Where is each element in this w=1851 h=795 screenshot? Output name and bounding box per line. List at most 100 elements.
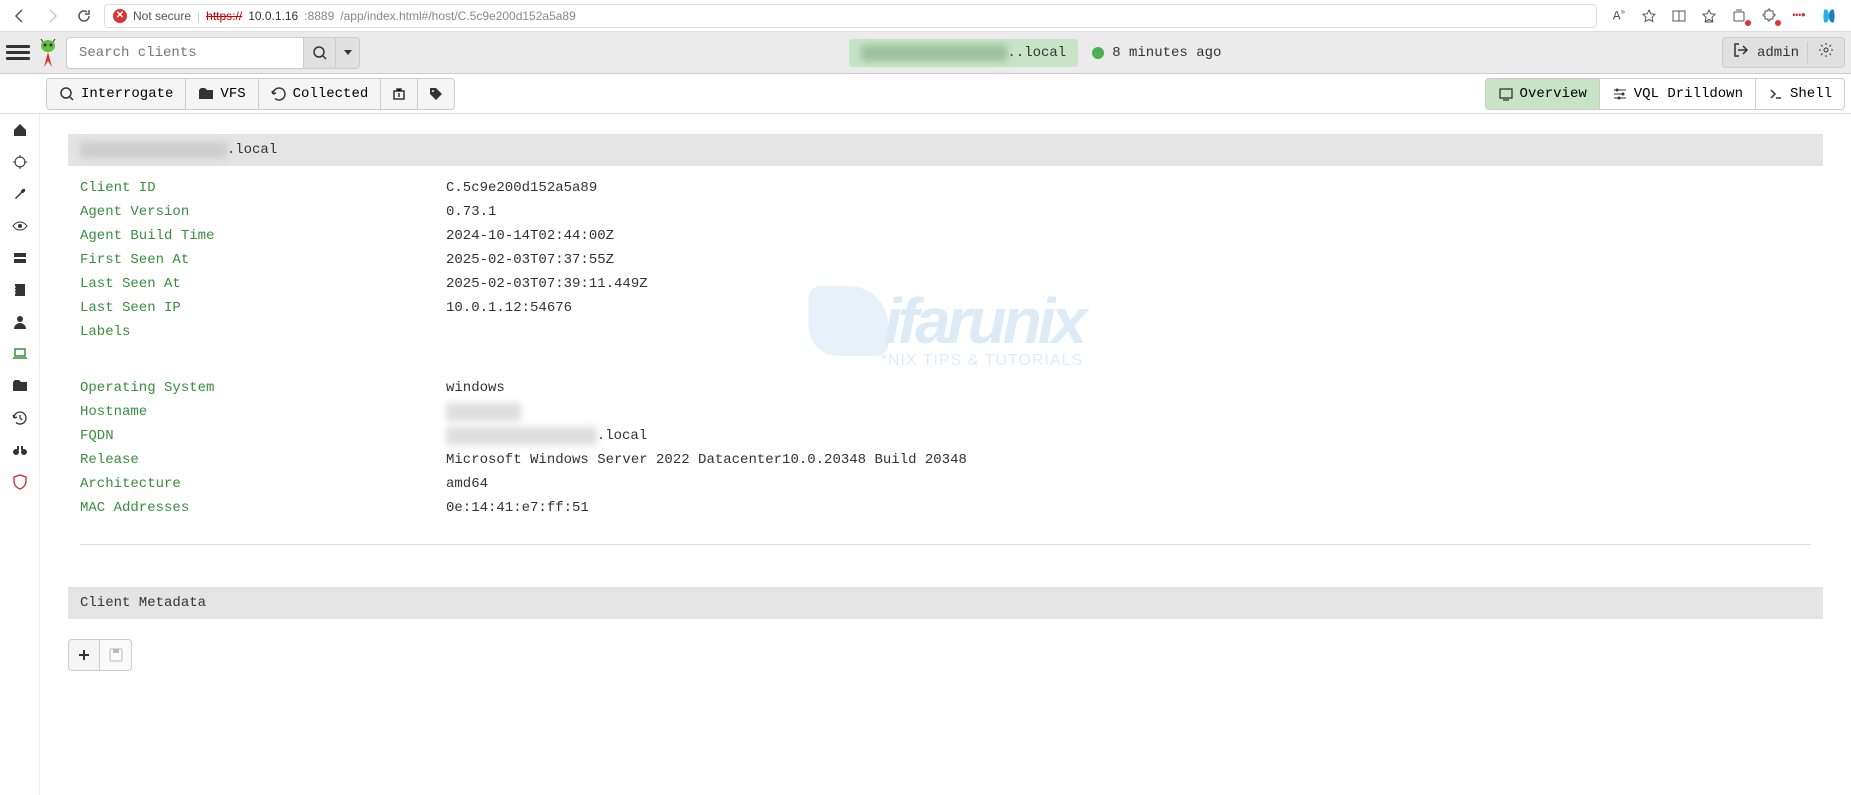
save-metadata-button[interactable] — [100, 639, 132, 671]
host-panel-header: REDACTED REDACTED.local — [68, 134, 1823, 166]
url-path: /app/index.html#/host/C.5c9e200d152a5a89 — [340, 9, 576, 23]
label-labels: Labels — [80, 324, 446, 340]
sidebar-binoculars[interactable] — [6, 440, 34, 460]
menu-button[interactable] — [6, 41, 30, 65]
browser-chrome: ✕ Not secure | https:// 10.0.1.16 :8889/ap… — [0, 0, 1851, 32]
sidebar-target[interactable] — [6, 152, 34, 172]
user-name: admin — [1757, 45, 1799, 61]
host-title-hidden: REDACTED REDACTED — [80, 142, 227, 158]
interrogate-button[interactable]: Interrogate — [46, 78, 186, 110]
interrogate-label: Interrogate — [81, 86, 173, 102]
status-group: 8 minutes ago — [1092, 45, 1221, 61]
vfs-label: VFS — [220, 86, 245, 102]
label-release: Release — [80, 452, 446, 468]
label-first-seen: First Seen At — [80, 252, 446, 268]
collected-label: Collected — [293, 86, 369, 102]
refresh-button[interactable] — [72, 4, 96, 28]
sidebar-laptop[interactable] — [6, 344, 34, 364]
value-agent-build-time: 2024-10-14T02:44:00Z — [446, 228, 1811, 244]
status-dot-icon — [1092, 47, 1104, 59]
tab-shell[interactable]: Shell — [1756, 78, 1845, 110]
label-hostname: Hostname — [80, 404, 446, 420]
logout-icon[interactable] — [1733, 42, 1749, 63]
search-dropdown[interactable] — [336, 37, 360, 69]
value-last-seen: 2025-02-03T07:39:11.449Z — [446, 276, 1811, 292]
insecure-icon: ✕ — [113, 9, 127, 23]
content-area: ifarunix *NIX TIPS & TUTORIALS REDACTED … — [40, 114, 1851, 795]
app-topbar: REDACTED REDACTED..local 8 minutes ago a… — [0, 32, 1851, 74]
sidebar-notebook[interactable] — [6, 280, 34, 300]
quarantine-button[interactable] — [381, 78, 418, 110]
favorite-icon[interactable] — [1639, 6, 1659, 26]
value-hostname: REDACTED — [446, 404, 1811, 420]
host-title-suffix: .local — [227, 142, 277, 158]
tab-vql-label: VQL Drilldown — [1634, 86, 1743, 102]
sidebar-server[interactable] — [6, 248, 34, 268]
url-port: :8889 — [304, 9, 334, 23]
sidebar-tools[interactable] — [6, 184, 34, 204]
value-arch: amd64 — [446, 476, 1811, 492]
collected-button[interactable]: Collected — [259, 78, 382, 110]
back-button[interactable] — [8, 4, 32, 28]
url-protocol: https:// — [206, 9, 242, 23]
tab-overview[interactable]: Overview — [1485, 78, 1600, 110]
sidebar-home[interactable] — [6, 120, 34, 140]
tab-shell-label: Shell — [1790, 86, 1832, 102]
sidebar — [0, 114, 40, 795]
host-badge[interactable]: REDACTED REDACTED..local — [849, 39, 1079, 67]
action-toolbar: Interrogate VFS Collected Overview VQL D… — [0, 74, 1851, 114]
search-group — [66, 37, 360, 69]
add-metadata-button[interactable] — [68, 639, 100, 671]
value-agent-version: 0.73.1 — [446, 204, 1811, 220]
split-icon[interactable] — [1669, 6, 1689, 26]
sidebar-folder[interactable] — [6, 376, 34, 396]
main-layout: ifarunix *NIX TIPS & TUTORIALS REDACTED … — [0, 114, 1851, 795]
host-panel-body: Client IDC.5c9e200d152a5a89 Agent Versio… — [68, 166, 1823, 569]
value-os: windows — [446, 380, 1811, 396]
url-separator: | — [197, 9, 200, 23]
tab-overview-label: Overview — [1520, 86, 1587, 102]
search-button[interactable] — [304, 37, 336, 69]
vfs-button[interactable]: VFS — [186, 78, 258, 110]
app-logo — [36, 39, 60, 67]
browser-toolbar-icons: A» ⋯● — [1605, 6, 1843, 26]
tab-group: Overview VQL Drilldown Shell — [1485, 78, 1845, 110]
value-first-seen: 2025-02-03T07:37:55Z — [446, 252, 1811, 268]
favorites-bar-icon[interactable] — [1699, 6, 1719, 26]
insecure-label: Not secure — [133, 9, 191, 23]
forward-button[interactable] — [40, 4, 64, 28]
sidebar-history[interactable] — [6, 408, 34, 428]
value-labels — [446, 324, 1811, 340]
user-group: admin — [1722, 37, 1845, 68]
sidebar-user[interactable] — [6, 312, 34, 332]
host-name-hidden: REDACTED REDACTED — [861, 45, 1008, 61]
label-client-id: Client ID — [80, 180, 446, 196]
value-mac: 0e:14:41:e7:ff:51 — [446, 500, 1811, 516]
search-input[interactable] — [66, 37, 304, 69]
collections-icon[interactable] — [1729, 6, 1749, 26]
label-mac: MAC Addresses — [80, 500, 446, 516]
metadata-actions — [68, 639, 1823, 671]
settings-icon[interactable] — [1807, 42, 1834, 63]
more-icon[interactable]: ⋯● — [1789, 6, 1809, 26]
text-size-icon[interactable]: A» — [1609, 6, 1629, 26]
status-text: 8 minutes ago — [1112, 45, 1221, 61]
copilot-icon[interactable] — [1819, 6, 1839, 26]
metadata-panel-header: Client Metadata — [68, 587, 1823, 619]
value-client-id: C.5c9e200d152a5a89 — [446, 180, 1811, 196]
value-fqdn: REDACTED REDACTED.local — [446, 428, 1811, 444]
extensions-icon[interactable] — [1759, 6, 1779, 26]
tab-vql[interactable]: VQL Drilldown — [1600, 78, 1756, 110]
labels-button[interactable] — [418, 78, 455, 110]
sidebar-eye[interactable] — [6, 216, 34, 236]
label-agent-version: Agent Version — [80, 204, 446, 220]
url-bar[interactable]: ✕ Not secure | https:// 10.0.1.16 :8889/ap… — [104, 4, 1597, 28]
value-release: Microsoft Windows Server 2022 Datacenter… — [446, 452, 1811, 468]
sidebar-shield[interactable] — [6, 472, 34, 492]
value-last-seen-ip: 10.0.1.12:54676 — [446, 300, 1811, 316]
label-last-seen: Last Seen At — [80, 276, 446, 292]
url-host: 10.0.1.16 — [248, 9, 298, 23]
action-button-group: Interrogate VFS Collected — [46, 78, 455, 110]
label-fqdn: FQDN — [80, 428, 446, 444]
label-os: Operating System — [80, 380, 446, 396]
